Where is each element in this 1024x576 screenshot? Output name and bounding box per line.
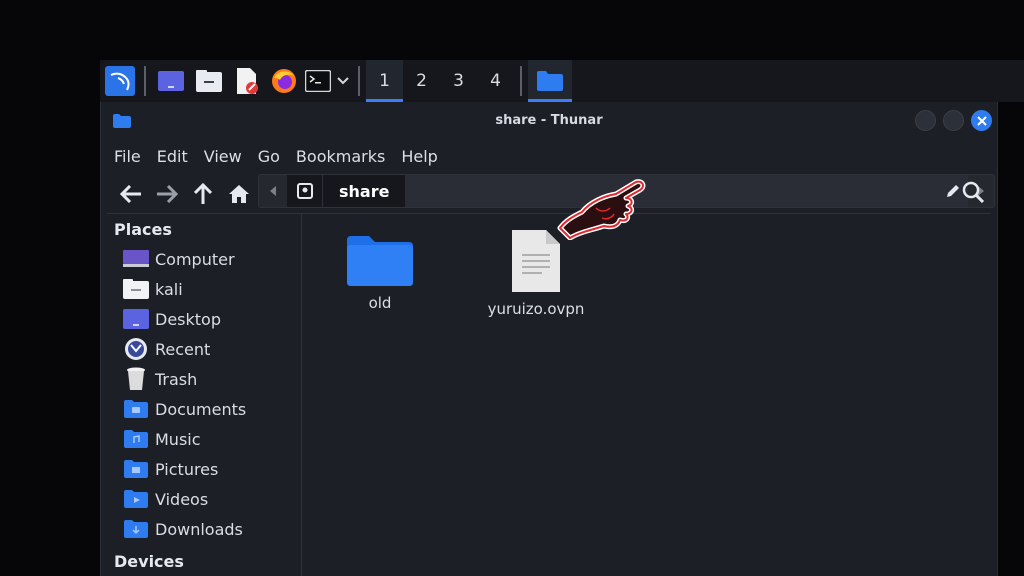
panel-separator (520, 66, 522, 96)
text-editor-icon (237, 68, 258, 94)
thunar-window: share - Thunar File Edit View Go Bookmar… (100, 102, 998, 576)
terminal-icon (305, 70, 331, 92)
file-view[interactable]: old yuruizo.ovpn (303, 214, 997, 576)
kali-menu-button[interactable] (102, 60, 138, 102)
title-bar[interactable]: share - Thunar (101, 102, 997, 140)
panel-separator (144, 66, 146, 96)
file-item-folder[interactable]: old (320, 230, 440, 312)
taskbar-thunar-button[interactable] (528, 60, 572, 102)
kali-menu-icon (105, 66, 135, 96)
menu-file[interactable]: File (114, 147, 141, 166)
chevron-down-icon (337, 77, 349, 85)
firefox-icon (272, 69, 296, 93)
menu-go[interactable]: Go (258, 147, 280, 166)
menu-edit[interactable]: Edit (157, 147, 188, 166)
terminal-dropdown[interactable] (334, 60, 352, 102)
terminal-launcher[interactable] (302, 60, 334, 102)
home-icon (229, 185, 249, 203)
file-name: old (368, 294, 392, 312)
menu-view[interactable]: View (204, 147, 242, 166)
sidebar-item-trash[interactable]: Trash (101, 364, 301, 394)
path-crumb-share[interactable]: share (323, 175, 406, 207)
music-folder-icon (123, 428, 149, 450)
top-panel: 1 2 3 4 (100, 60, 1024, 102)
search-button[interactable] (959, 178, 987, 206)
home-folder-icon (123, 278, 149, 300)
computer-icon (123, 248, 149, 270)
sidebar-item-documents[interactable]: Documents (101, 394, 301, 424)
workspace-4[interactable]: 4 (477, 60, 514, 102)
recent-icon (123, 338, 149, 360)
sidebar-item-videos[interactable]: Videos (101, 484, 301, 514)
back-button[interactable] (113, 176, 149, 212)
menu-help[interactable]: Help (401, 147, 437, 166)
desktop-icon (158, 71, 184, 91)
documents-folder-icon (123, 398, 149, 420)
pointing-hand-icon (557, 179, 646, 240)
places-heading: Places (114, 220, 172, 239)
arrow-left-icon (120, 185, 141, 203)
firefox-launcher[interactable] (266, 60, 302, 102)
sidebar-item-pictures[interactable]: Pictures (101, 454, 301, 484)
sidebar-item-kali[interactable]: kali (101, 274, 301, 304)
workspace-3[interactable]: 3 (440, 60, 477, 102)
path-empty-area[interactable] (405, 175, 938, 207)
window-title: share - Thunar (495, 113, 603, 128)
file-manager-icon (196, 70, 222, 92)
close-button[interactable] (971, 110, 992, 131)
path-root-button[interactable] (287, 175, 323, 207)
text-editor-launcher[interactable] (228, 60, 266, 102)
sidebar: Places Computer kali Desktop Recent Tras… (101, 214, 302, 576)
up-button[interactable] (185, 176, 221, 212)
videos-folder-icon (123, 488, 149, 510)
folder-icon (347, 236, 413, 286)
file-manager-launcher[interactable] (190, 60, 228, 102)
arrow-right-icon (157, 185, 178, 203)
pictures-folder-icon (123, 458, 149, 480)
desktop-icon (123, 308, 149, 330)
menu-bar: File Edit View Go Bookmarks Help (101, 140, 997, 172)
drive-icon (296, 183, 313, 199)
file-name: yuruizo.ovpn (487, 300, 585, 318)
sidebar-item-computer[interactable]: Computer (101, 244, 301, 274)
workspace-2[interactable]: 2 (403, 60, 440, 102)
home-button[interactable] (221, 176, 257, 212)
devices-heading: Devices (114, 552, 184, 571)
downloads-folder-icon (123, 518, 149, 540)
menu-bookmarks[interactable]: Bookmarks (296, 147, 385, 166)
sidebar-item-desktop[interactable]: Desktop (101, 304, 301, 334)
document-icon (512, 230, 560, 292)
close-icon (976, 115, 987, 126)
minimize-button[interactable] (915, 110, 936, 131)
forward-button[interactable] (149, 176, 185, 212)
panel-separator (358, 66, 360, 96)
arrow-up-icon (194, 183, 212, 204)
sidebar-item-recent[interactable]: Recent (101, 334, 301, 364)
folder-icon (537, 71, 563, 91)
workspace-1[interactable]: 1 (366, 60, 403, 102)
chevron-left-icon (270, 186, 276, 196)
search-icon (962, 181, 984, 203)
file-item-ovpn[interactable]: yuruizo.ovpn (476, 230, 596, 318)
trash-icon (123, 367, 149, 390)
sidebar-item-downloads[interactable]: Downloads (101, 514, 301, 544)
path-scroll-left-button[interactable] (259, 175, 287, 207)
maximize-button[interactable] (943, 110, 964, 131)
sidebar-item-music[interactable]: Music (101, 424, 301, 454)
desktop-launcher[interactable] (152, 60, 190, 102)
